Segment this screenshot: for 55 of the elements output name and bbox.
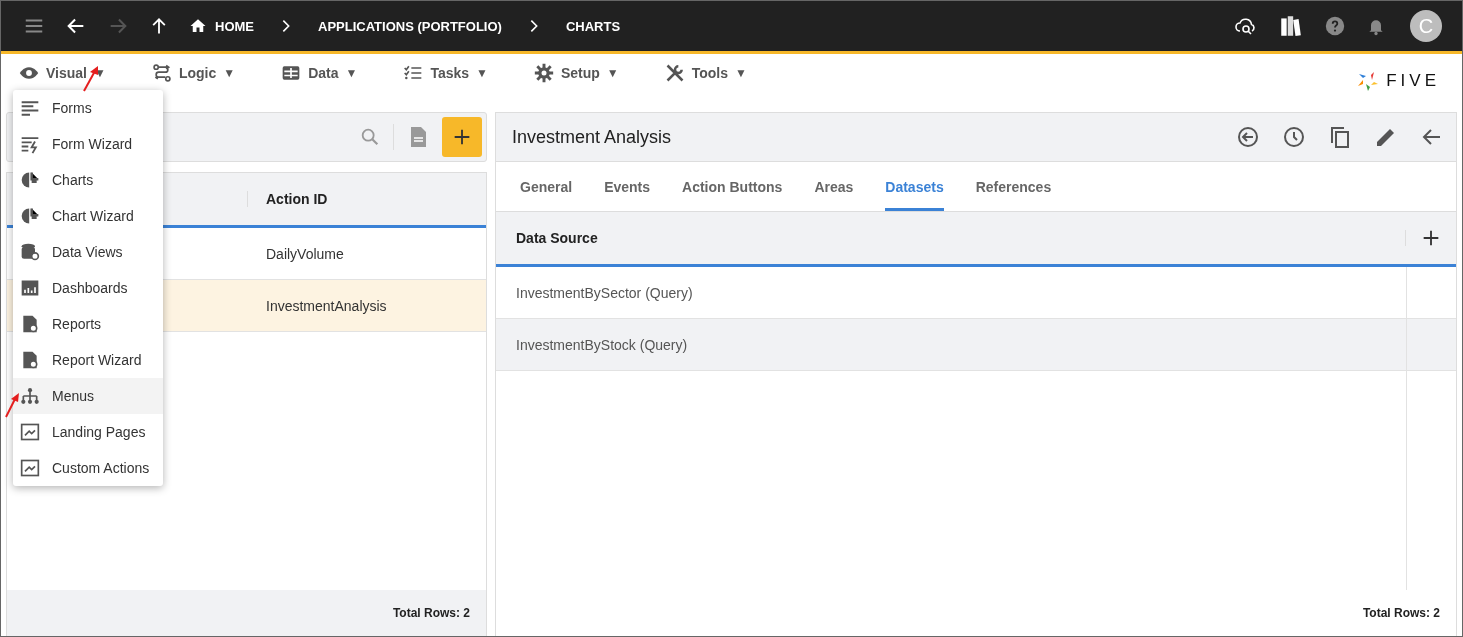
copy-icon[interactable] [1328,125,1352,149]
tab[interactable]: General [520,162,573,211]
add-button[interactable] [442,117,482,157]
window-chart-icon [20,458,40,478]
table-row[interactable]: InvestmentByStock (Query) [496,319,1456,371]
total-rows: Total Rows: 2 [392,606,470,620]
menu-tab[interactable]: Data ▼ [281,63,358,83]
logo-text: FIVE [1386,71,1440,91]
pie-chart-icon [20,206,40,226]
menu-item[interactable]: Menus [13,378,163,414]
wrench-screwdriver-icon [664,63,685,83]
help-icon[interactable] [1324,15,1346,37]
breadcrumb-link[interactable]: CHARTS [565,18,621,34]
lines-bolt-icon [20,134,40,154]
menu-tab[interactable]: Tasks ▼ [403,63,488,83]
books-icon[interactable] [1278,13,1304,39]
pie-chart-icon [20,170,40,190]
undo-icon[interactable] [1236,125,1260,149]
flowchart-icon [151,63,172,83]
menu-item[interactable]: Custom Actions [13,450,163,486]
tab[interactable]: Areas [814,162,854,211]
menu-tab[interactable]: Setup ▼ [533,63,619,83]
table-cell: InvestmentByStock (Query) [516,336,688,353]
table-cell: DailyVolume [266,245,344,262]
menu-item[interactable]: Charts [13,162,163,198]
breadcrumb-link[interactable]: HOME [189,17,254,35]
menu-tab[interactable]: Logic ▼ [151,63,236,83]
menu-item[interactable]: Report Wizard [13,342,163,378]
column-header: Action ID [266,191,328,207]
menu-item[interactable]: Landing Pages [13,414,163,450]
table-icon [281,63,302,83]
bar-chart-icon [20,278,40,298]
database-icon [20,242,40,262]
hierarchy-icon [20,386,40,406]
search-icon[interactable] [359,126,381,148]
tab[interactable]: References [975,162,1052,211]
gear-icon [533,63,554,83]
menu-item[interactable]: Forms [13,90,163,126]
panel-title: Investment Analysis [512,126,672,148]
home-icon [189,17,207,35]
tab[interactable]: Action Buttons [682,162,783,211]
menu-item[interactable]: Data Views [13,234,163,270]
window-chart-icon [20,422,40,442]
document-icon [20,350,40,370]
breadcrumb-link[interactable]: APPLICATIONS (PORTFOLIO) [318,18,502,34]
menu-tab[interactable]: Tools ▼ [664,63,747,83]
document-icon [20,314,40,334]
lines-icon [20,98,40,118]
tab[interactable]: Events [604,162,651,211]
table-cell: InvestmentBySector (Query) [516,284,693,301]
clock-icon[interactable] [1282,125,1306,149]
table-cell: InvestmentAnalysis [266,297,387,314]
column-header: Data Source [516,230,598,246]
menu-item[interactable]: Form Wizard [13,126,163,162]
total-rows: Total Rows: 2 [1362,606,1440,620]
